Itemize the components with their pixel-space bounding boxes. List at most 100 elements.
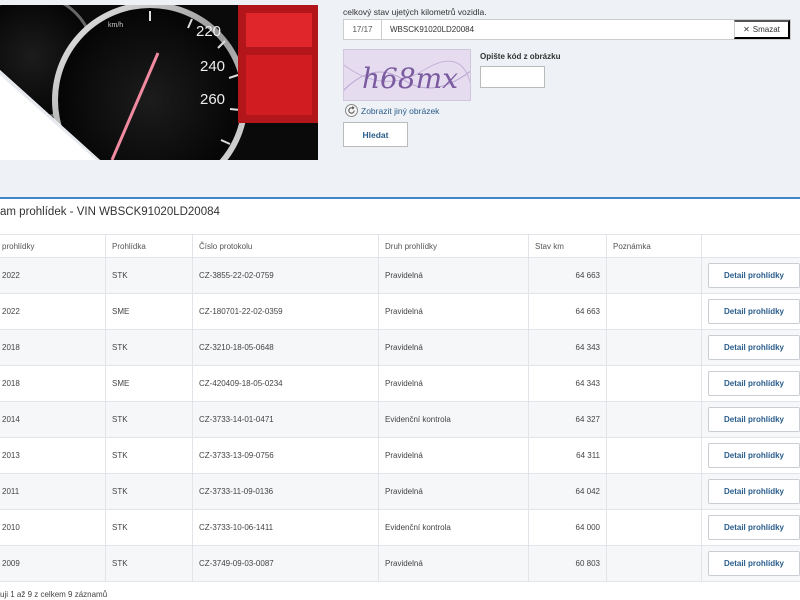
table-row: 2014 STK CZ-3733-14-01-0471 Evidenční kontr…: [0, 402, 800, 438]
cell-inspection: STK: [106, 510, 193, 545]
cell-note: [607, 546, 702, 581]
cell-protocol: CZ-3855-22-02-0759: [193, 258, 379, 293]
vin-char-counter: 17/17: [344, 20, 382, 39]
cell-km: 64 311: [529, 438, 607, 473]
cell-note: [607, 438, 702, 473]
cell-km: 60 803: [529, 546, 607, 581]
cell-date: 2018: [0, 330, 106, 365]
cell-protocol: CZ-420409-18-05-0234: [193, 366, 379, 401]
col-header-actions: [702, 235, 800, 257]
cell-date: 2022: [0, 294, 106, 329]
cell-date: 2022: [0, 258, 106, 293]
col-header-km[interactable]: Stav km: [529, 235, 607, 257]
cell-km: 64 343: [529, 366, 607, 401]
cell-actions: Detail prohlídky: [702, 474, 800, 509]
cell-protocol: CZ-3733-13-09-0756: [193, 438, 379, 473]
cell-km: 64 663: [529, 294, 607, 329]
cell-kind: Evidenční kontrola: [379, 510, 529, 545]
cell-km: 64 327: [529, 402, 607, 437]
table-row: 2022 SME CZ-180701-22-02-0359 Pravidelná 64 …: [0, 294, 800, 330]
search-button[interactable]: Hledat: [343, 122, 408, 147]
refresh-captcha-link[interactable]: Zobrazit jiný obrázek: [345, 104, 439, 117]
inspection-list-title: am prohlídek - VIN WBSCK91020LD20084: [0, 206, 220, 218]
cell-actions: Detail prohlídky: [702, 330, 800, 365]
col-header-protocol[interactable]: Číslo protokolu: [193, 235, 379, 257]
table-row: 2018 SME CZ-420409-18-05-0234 Pravidelná 64 …: [0, 366, 800, 402]
table-header: prohlídky Prohlídka Číslo protokolu Druh…: [0, 234, 800, 258]
cell-inspection: STK: [106, 330, 193, 365]
search-panel: 220 240 260 km/h celkový stav ujetých ki…: [0, 0, 800, 198]
cell-inspection: STK: [106, 546, 193, 581]
detail-button[interactable]: Detail prohlídky: [708, 515, 800, 540]
cell-note: [607, 510, 702, 545]
gauge-label-240: 240: [200, 58, 225, 75]
cell-kind: Pravidelná: [379, 546, 529, 581]
gauge-label-220: 220: [196, 23, 221, 40]
captcha-label: Opište kód z obrázku: [480, 52, 561, 61]
speedometer-image: 220 240 260 km/h: [0, 5, 318, 160]
cell-km: 64 000: [529, 510, 607, 545]
cell-date: 2018: [0, 366, 106, 401]
captcha-input[interactable]: [480, 66, 545, 88]
detail-button[interactable]: Detail prohlídky: [708, 299, 800, 324]
cell-note: [607, 330, 702, 365]
cell-actions: Detail prohlídky: [702, 510, 800, 545]
cell-kind: Pravidelná: [379, 330, 529, 365]
cell-kind: Evidenční kontrola: [379, 402, 529, 437]
cell-inspection: STK: [106, 474, 193, 509]
cell-note: [607, 294, 702, 329]
detail-button[interactable]: Detail prohlídky: [708, 263, 800, 288]
cell-note: [607, 402, 702, 437]
detail-button[interactable]: Detail prohlídky: [708, 551, 800, 576]
cell-protocol: CZ-3733-14-01-0471: [193, 402, 379, 437]
gauge-unit-label: km/h: [108, 22, 123, 29]
table-row: 2022 STK CZ-3855-22-02-0759 Pravidelná 64 66…: [0, 258, 800, 294]
cell-protocol: CZ-3749-09-03-0087: [193, 546, 379, 581]
table-row: 2009 STK CZ-3749-09-03-0087 Pravidelná 60 80…: [0, 546, 800, 582]
cell-actions: Detail prohlídky: [702, 366, 800, 401]
cell-note: [607, 366, 702, 401]
cell-kind: Pravidelná: [379, 366, 529, 401]
table-paging-info: uji 1 až 9 z celkem 9 záznamů: [0, 590, 108, 599]
cell-date: 2011: [0, 474, 106, 509]
table-body: 2022 STK CZ-3855-22-02-0759 Pravidelná 64 66…: [0, 258, 800, 582]
cell-inspection: STK: [106, 258, 193, 293]
table-row: 2011 STK CZ-3733-11-09-0136 Pravidelná 64 04…: [0, 474, 800, 510]
detail-button[interactable]: Detail prohlídky: [708, 371, 800, 396]
cell-date: 2013: [0, 438, 106, 473]
refresh-icon: [345, 104, 358, 117]
cell-date: 2010: [0, 510, 106, 545]
detail-button[interactable]: Detail prohlídky: [708, 443, 800, 468]
gauge-label-260: 260: [200, 91, 225, 108]
detail-button[interactable]: Detail prohlídky: [708, 335, 800, 360]
cell-inspection: STK: [106, 438, 193, 473]
cell-kind: Pravidelná: [379, 294, 529, 329]
table-row: 2013 STK CZ-3733-13-09-0756 Pravidelná 64 31…: [0, 438, 800, 474]
col-header-kind[interactable]: Druh prohlídky: [379, 235, 529, 257]
close-icon: ✕: [743, 25, 750, 34]
col-header-date[interactable]: prohlídky: [0, 235, 106, 257]
cell-inspection: SME: [106, 366, 193, 401]
cell-km: 64 042: [529, 474, 607, 509]
table-row: 2010 STK CZ-3733-10-06-1411 Evidenční kontr…: [0, 510, 800, 546]
cell-protocol: CZ-3733-10-06-1411: [193, 510, 379, 545]
col-header-inspection[interactable]: Prohlídka: [106, 235, 193, 257]
cell-km: 64 343: [529, 330, 607, 365]
inspection-table: prohlídky Prohlídka Číslo protokolu Druh…: [0, 234, 800, 582]
detail-button[interactable]: Detail prohlídky: [708, 407, 800, 432]
cell-date: 2014: [0, 402, 106, 437]
col-header-note[interactable]: Poznámka: [607, 235, 702, 257]
form-intro-text: celkový stav ujetých kilometrů vozidla.: [343, 7, 487, 17]
cell-inspection: SME: [106, 294, 193, 329]
detail-button[interactable]: Detail prohlídky: [708, 479, 800, 504]
refresh-captcha-label: Zobrazit jiný obrázek: [361, 105, 440, 116]
cell-actions: Detail prohlídky: [702, 294, 800, 329]
cell-actions: Detail prohlídky: [702, 438, 800, 473]
cell-kind: Pravidelná: [379, 474, 529, 509]
clear-button[interactable]: ✕ Smazat: [734, 20, 790, 39]
captcha-image: h68mx: [343, 49, 471, 101]
vin-input[interactable]: [382, 20, 734, 39]
vin-search-form: celkový stav ujetých kilometrů vozidla. …: [343, 0, 800, 160]
cell-inspection: STK: [106, 402, 193, 437]
cell-actions: Detail prohlídky: [702, 546, 800, 581]
